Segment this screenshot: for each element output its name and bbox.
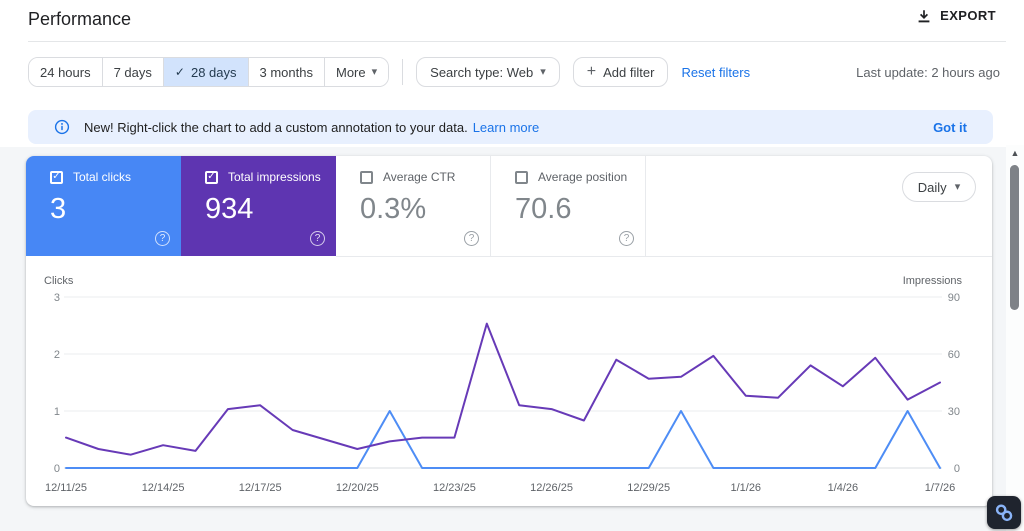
- reset-filters-link[interactable]: Reset filters: [681, 65, 750, 80]
- last-update-text: Last update: 2 hours ago: [856, 64, 1000, 80]
- link-icon: [995, 504, 1013, 521]
- left-axis-tick: 2: [54, 349, 60, 361]
- metric-label: Average CTR: [383, 170, 456, 184]
- filter-row: 24 hours 7 days ✓ 28 days 3 months More ▾ Sear…: [28, 57, 1000, 87]
- date-range-label: 24 hours: [40, 64, 91, 80]
- help-icon[interactable]: ?: [155, 231, 170, 246]
- clicks-line: [65, 410, 941, 469]
- help-icon[interactable]: ?: [464, 231, 479, 246]
- export-button[interactable]: EXPORT: [917, 8, 996, 23]
- x-axis-date-label: 12/20/25: [336, 482, 379, 494]
- left-axis-label: Clicks: [44, 275, 74, 287]
- metric-value: 3: [50, 193, 67, 225]
- annotation-banner: New! Right-click the chart to add a cust…: [28, 110, 993, 144]
- chevron-down-icon: ▾: [371, 65, 378, 78]
- add-filter-label: Add filter: [603, 64, 655, 80]
- page-title: Performance: [28, 9, 132, 29]
- right-axis-label: Impressions: [903, 275, 963, 287]
- date-range-label: 3 months: [259, 64, 313, 80]
- download-icon: [918, 9, 930, 22]
- date-range-label: 7 days: [113, 64, 152, 80]
- metric-label: Total impressions: [228, 170, 321, 184]
- search-type-label: Search type: Web: [430, 64, 534, 80]
- right-axis-tick: 30: [948, 406, 960, 418]
- x-axis-date-label: 12/26/25: [530, 482, 573, 494]
- date-range-selector: 24 hours 7 days ✓ 28 days 3 months More ▾: [28, 57, 390, 87]
- x-axis-date-label: 1/4/26: [828, 482, 859, 494]
- help-icon[interactable]: ?: [310, 231, 325, 246]
- left-axis-tick: 1: [54, 406, 60, 418]
- filter-group-divider: [402, 59, 404, 85]
- date-range-24-hours[interactable]: 24 hours: [29, 58, 103, 86]
- scrollbar-up-arrow[interactable]: ▲: [1009, 148, 1021, 158]
- search-type-button[interactable]: Search type: Web ▾: [416, 57, 560, 87]
- help-icon[interactable]: ?: [619, 231, 634, 246]
- left-axis-tick: 0: [54, 463, 60, 475]
- x-axis-date-label: 12/29/25: [627, 482, 670, 494]
- x-axis-date-label: 1/1/26: [730, 482, 761, 494]
- date-range-7-days[interactable]: 7 days: [102, 58, 164, 86]
- date-range-28-days[interactable]: ✓ 28 days: [163, 58, 249, 86]
- metric-row-divider: [336, 256, 992, 257]
- metric-card-total-clicks[interactable]: ✓ Total clicks 3?: [26, 156, 181, 256]
- export-label: EXPORT: [940, 8, 996, 23]
- checkbox-unchecked-icon[interactable]: [515, 170, 528, 184]
- metric-card-average-position[interactable]: Average position 70.6?: [491, 156, 646, 256]
- search-console-performance-page: Performance EXPORT 24 hours 7 days ✓ 28 day…: [0, 0, 1024, 531]
- date-range-label: 28 days: [190, 64, 237, 80]
- x-axis-date-label: 12/14/25: [142, 482, 185, 494]
- metric-card-header: Average CTR: [360, 170, 490, 184]
- right-axis-tick: 60: [948, 349, 960, 361]
- info-icon: [54, 119, 70, 135]
- banner-text: New! Right-click the chart to add a cust…: [84, 119, 468, 135]
- learn-more-link[interactable]: Learn more: [473, 120, 539, 135]
- x-axis-date-label: 12/11/25: [45, 482, 87, 494]
- right-axis-tick: 0: [954, 463, 960, 475]
- date-range-3-months[interactable]: 3 months: [248, 58, 325, 86]
- x-axis-date-label: 12/23/25: [433, 482, 476, 494]
- checkbox-checked-icon[interactable]: ✓: [50, 170, 63, 184]
- checkbox-unchecked-icon[interactable]: [360, 170, 373, 184]
- chevron-down-icon: ▾: [954, 180, 961, 193]
- plus-icon: +: [586, 63, 597, 80]
- date-range-label: More: [336, 64, 366, 80]
- link-widget-button[interactable]: [987, 496, 1021, 529]
- got-it-button[interactable]: Got it: [933, 120, 967, 135]
- checkbox-checked-icon[interactable]: ✓: [205, 170, 218, 184]
- metric-card-average-ctr[interactable]: Average CTR 0.3%?: [336, 156, 491, 256]
- metric-card-header: ✓ Total clicks: [50, 170, 181, 184]
- metric-card-header: ✓ Total impressions: [205, 170, 336, 184]
- scrollbar-thumb[interactable]: [1010, 165, 1019, 310]
- right-axis-tick: 90: [948, 292, 960, 304]
- check-icon: ✓: [174, 65, 185, 79]
- x-axis-date-label: 1/7/26: [925, 482, 956, 494]
- metric-label: Total clicks: [73, 170, 132, 184]
- x-axis-date-label: 12/17/25: [239, 482, 282, 494]
- date-range-more[interactable]: More ▾: [325, 58, 389, 86]
- metric-card-header: Average position: [515, 170, 645, 184]
- metric-value: 70.6: [515, 193, 572, 225]
- metric-value: 0.3%: [360, 193, 427, 225]
- granularity-dropdown[interactable]: Daily ▾: [902, 172, 976, 202]
- chevron-down-icon: ▾: [540, 65, 546, 78]
- performance-chart[interactable]: 01230306090Clicks Impressions12/11/25 12/1…: [30, 268, 990, 504]
- metric-value: 934: [205, 193, 254, 225]
- add-filter-button[interactable]: + Add filter: [572, 57, 669, 87]
- header-divider: [28, 41, 1006, 42]
- impressions-line: [65, 322, 941, 456]
- metric-card-total-impressions[interactable]: ✓ Total impressions 934?: [181, 156, 336, 256]
- granularity-label: Daily: [917, 179, 947, 195]
- metric-label: Average position: [538, 170, 628, 184]
- left-axis-tick: 3: [54, 292, 60, 304]
